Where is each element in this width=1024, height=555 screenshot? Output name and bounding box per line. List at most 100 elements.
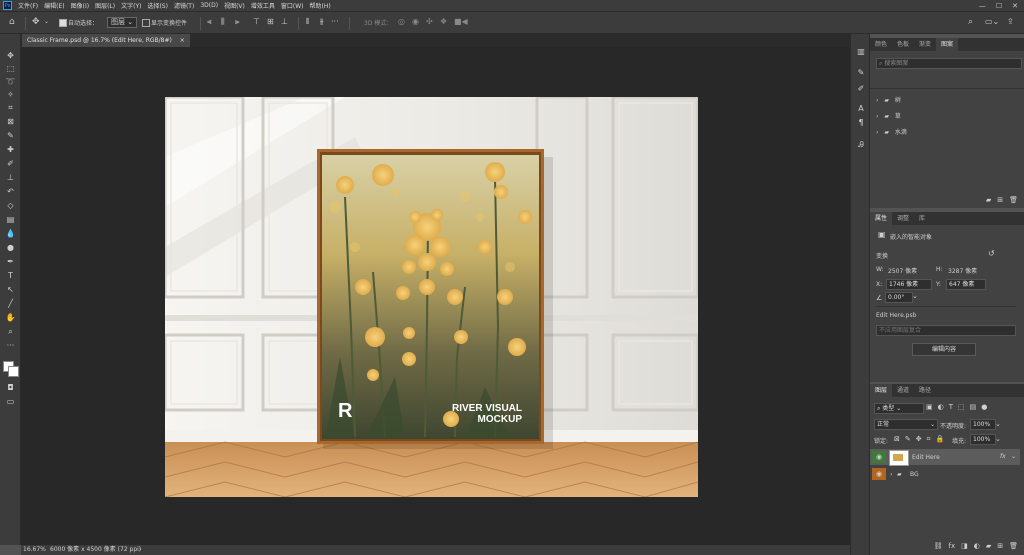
align-center-icon[interactable]: ⫼ <box>221 17 225 27</box>
chevron-down-icon[interactable]: ⌄ <box>995 435 1001 443</box>
hand-tool-icon[interactable]: ✋ <box>4 312 17 324</box>
pattern-group-water[interactable]: › ▰ 水滴 <box>876 127 907 136</box>
3d-roll-icon[interactable]: ◉ <box>412 17 419 26</box>
opacity-input[interactable]: 100% <box>970 419 996 430</box>
align-top-icon[interactable]: ⊤ <box>253 17 260 26</box>
tab-adjustments[interactable]: 调整 <box>892 212 914 225</box>
show-transform-checkbox[interactable] <box>142 19 150 27</box>
paragraph-panel-icon[interactable]: ¶ <box>856 118 866 128</box>
pattern-search-input[interactable]: ⌕ 搜索图案 <box>876 58 1022 69</box>
chevron-down-icon[interactable]: ⌄ <box>912 292 918 300</box>
dodge-tool-icon[interactable]: ● <box>4 242 17 254</box>
quick-mask-icon[interactable]: ◘ <box>4 382 17 394</box>
menu-plugins[interactable]: 增效工具 <box>251 1 275 10</box>
blur-tool-icon[interactable]: 💧 <box>4 228 17 240</box>
auto-select-dropdown[interactable]: 图层 ⌄ <box>107 17 138 28</box>
character-panel-icon[interactable]: A <box>856 104 866 114</box>
tab-color[interactable]: 颜色 <box>870 38 892 51</box>
screen-mode-icon[interactable]: ▭ <box>4 396 17 408</box>
menu-view[interactable]: 视图(V) <box>224 1 245 10</box>
lock-position-icon[interactable]: ✥ <box>916 435 922 444</box>
layer-row-edit-here[interactable]: ◉ Edit Here fx ⌄ <box>870 449 1020 466</box>
trash-icon[interactable]: 🗑 <box>1009 196 1018 204</box>
smart-filter-icon[interactable]: ▤ <box>970 403 977 411</box>
history-panel-icon[interactable]: ▥ <box>856 47 866 57</box>
glyphs-panel-icon[interactable]: Ꭿ <box>856 140 866 150</box>
status-arrow-icon[interactable]: › <box>139 545 141 555</box>
align-right-icon[interactable]: ⫸ <box>235 17 240 27</box>
close-tab-icon[interactable]: × <box>180 37 185 44</box>
minimize-button[interactable]: — <box>979 2 986 10</box>
tab-paths[interactable]: 路径 <box>914 384 936 397</box>
brushes-panel-icon[interactable]: ✐ <box>856 84 866 94</box>
trash-icon[interactable]: 🗑 <box>1009 542 1018 550</box>
maximize-button[interactable]: ☐ <box>996 2 1002 10</box>
y-position-input[interactable]: 647 像素 <box>946 279 986 290</box>
share-icon[interactable]: ⇪ <box>1007 17 1014 26</box>
3d-pan-icon[interactable]: ✣ <box>426 17 433 26</box>
align-middle-icon[interactable]: ⊞ <box>267 17 274 26</box>
distribute-left-icon[interactable]: ⫴ <box>306 17 309 27</box>
healing-brush-icon[interactable]: ✚ <box>4 144 17 156</box>
menu-3d[interactable]: 3D(D) <box>200 2 218 9</box>
lock-pixels-icon[interactable]: ✎ <box>905 435 911 444</box>
mask-icon[interactable]: ◨ <box>961 542 968 550</box>
3d-scale-icon[interactable]: ■◀ <box>454 17 468 26</box>
filter-toggle-icon[interactable]: ● <box>981 403 987 411</box>
angle-input[interactable]: 0.00° <box>885 292 913 303</box>
x-position-input[interactable]: 1746 像素 <box>886 279 932 290</box>
home-icon[interactable]: ⌂ <box>9 17 15 27</box>
auto-select-checkbox[interactable] <box>59 19 67 27</box>
chevron-right-icon[interactable]: › <box>876 129 878 136</box>
new-layer-icon[interactable]: ⊞ <box>997 542 1003 550</box>
brush-tool-icon[interactable]: ✐ <box>4 158 17 170</box>
pattern-group-grass[interactable]: › ▰ 草 <box>876 111 901 120</box>
menu-image[interactable]: 图像(I) <box>71 1 89 10</box>
eyedropper-icon[interactable]: ✎ <box>4 130 17 142</box>
menu-file[interactable]: 文件(F) <box>18 1 38 10</box>
line-tool-icon[interactable]: ╱ <box>4 298 17 310</box>
align-left-icon[interactable]: ⫷ <box>207 17 212 27</box>
eye-icon[interactable]: ◉ <box>872 468 886 480</box>
link-icon[interactable]: ⛓ <box>934 542 943 550</box>
menu-window[interactable]: 窗口(W) <box>281 1 304 10</box>
marquee-tool-icon[interactable]: ⬚ <box>4 63 17 75</box>
background-color-swatch[interactable] <box>8 366 19 377</box>
fx-icon[interactable]: fx <box>949 542 956 550</box>
eraser-icon[interactable]: ◇ <box>4 200 17 212</box>
tab-gradients[interactable]: 渐变 <box>914 38 936 51</box>
more-options-icon[interactable]: ··· <box>331 17 339 26</box>
menu-edit[interactable]: 编辑(E) <box>44 1 64 10</box>
adjustment-filter-icon[interactable]: ◐ <box>938 403 944 411</box>
chevron-right-icon[interactable]: › <box>890 471 892 478</box>
tab-channels[interactable]: 通道 <box>892 384 914 397</box>
lock-artboard-icon[interactable]: ⌗ <box>927 435 931 444</box>
document-canvas[interactable]: R RIVER VISUAL MOCKUP <box>165 97 698 497</box>
blend-mode-select[interactable]: 正常 ⌄ <box>874 419 938 430</box>
3d-slide-icon[interactable]: ❖ <box>440 17 447 26</box>
fill-input[interactable]: 100% <box>970 434 996 445</box>
frame-tool-icon[interactable]: ⊠ <box>4 116 17 128</box>
path-select-icon[interactable]: ↖ <box>4 284 17 296</box>
edit-contents-button[interactable]: 编辑内容 <box>912 343 976 356</box>
menu-layer[interactable]: 图层(L) <box>95 1 115 10</box>
lock-all-icon[interactable]: 🔒 <box>936 435 945 444</box>
distribute-center-icon[interactable]: ⫵ <box>320 17 324 27</box>
lasso-tool-icon[interactable]: ➰ <box>4 76 17 88</box>
3d-orbit-icon[interactable]: ◎ <box>398 17 405 26</box>
clone-stamp-icon[interactable]: ⊥ <box>4 172 17 184</box>
align-bottom-icon[interactable]: ⊥ <box>281 17 288 26</box>
close-window-button[interactable]: ✕ <box>1012 2 1018 10</box>
edit-toolbar-icon[interactable]: ··· <box>4 340 17 352</box>
new-group-icon[interactable]: ▰ <box>986 196 991 204</box>
document-tab[interactable]: Classic Frame.psd @ 16.7% (Edit Here, RG… <box>22 34 190 47</box>
layer-row-bg[interactable]: ◉ › ▰ BG <box>870 466 1020 482</box>
chevron-down-icon[interactable]: ⌄ <box>1011 453 1016 460</box>
zoom-level[interactable]: 16.67% <box>23 545 46 555</box>
history-brush-icon[interactable]: ↶ <box>4 186 17 198</box>
image-filter-icon[interactable]: ▣ <box>926 403 933 411</box>
type-filter-icon[interactable]: T <box>949 403 953 411</box>
tab-libraries[interactable]: 库 <box>914 212 930 225</box>
folder-icon[interactable]: ▰ <box>986 542 991 550</box>
menu-select[interactable]: 选择(S) <box>147 1 168 10</box>
